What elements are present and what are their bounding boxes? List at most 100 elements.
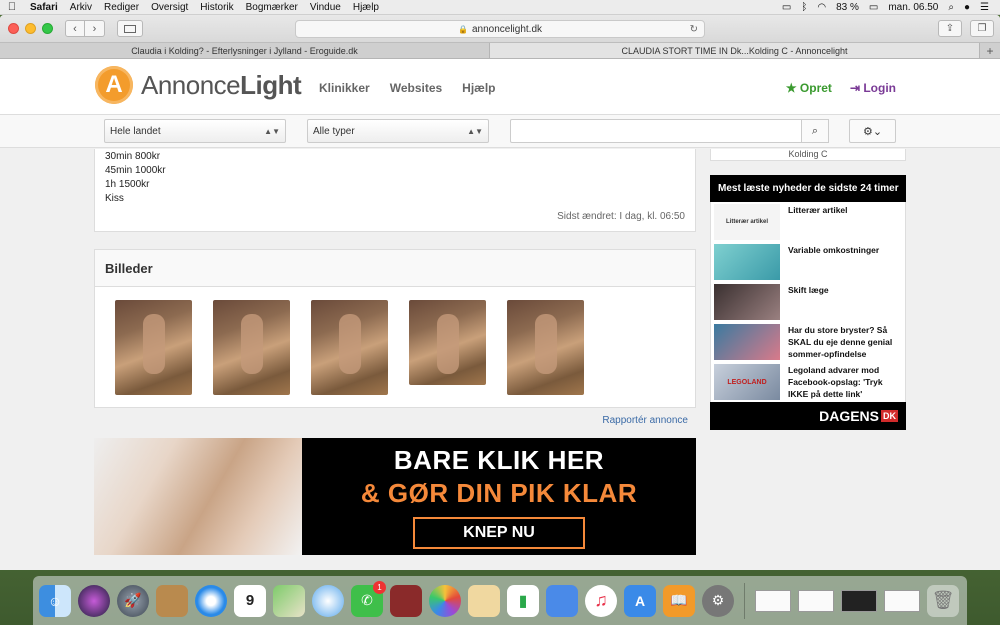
menu-rediger[interactable]: Rediger	[98, 2, 145, 13]
menu-hjaelp[interactable]: Hjælp	[347, 2, 385, 13]
news-item[interactable]: Skift læge	[711, 282, 905, 322]
facetime-icon[interactable]: ✆ 1	[351, 580, 386, 617]
search-button[interactable]: ⌕	[801, 119, 829, 143]
main-column: 30min 800kr 45min 1000kr 1h 1500kr Kiss …	[94, 149, 696, 555]
ad-banner[interactable]: BARE KLIK HER & GØR DIN PIK KLAR KNEP NU	[94, 438, 696, 555]
siri-icon[interactable]	[78, 584, 110, 617]
news-item[interactable]: LEGOLAND Legoland advarer mod Facebook-o…	[711, 362, 905, 402]
ad-photo-thumbnail[interactable]	[409, 300, 486, 385]
login-label: Login	[863, 81, 896, 95]
back-button[interactable]: ‹	[65, 20, 85, 37]
header-actions: ★ Opret ⇥ Login	[786, 81, 896, 95]
site-logo[interactable]: A AnnonceLight	[95, 66, 302, 104]
ad-photo-thumbnail[interactable]	[213, 300, 290, 395]
spotlight-icon[interactable]: ⌕	[943, 2, 959, 13]
search-input[interactable]	[510, 119, 802, 143]
star-icon: ★	[785, 81, 797, 95]
minimized-window-thumbnail[interactable]	[884, 589, 920, 612]
close-window-button[interactable]	[8, 23, 19, 34]
numbers-icon[interactable]: ▮	[507, 584, 539, 617]
banner-cta-button[interactable]: KNEP NU	[413, 516, 585, 549]
launchpad-icon[interactable]: 🚀	[117, 584, 149, 617]
opret-link[interactable]: ★ Opret	[786, 81, 832, 95]
ad-photo-thumbnail[interactable]	[507, 300, 584, 395]
address-bar[interactable]: 🔒 annoncelight.dk ↻	[295, 20, 705, 38]
reload-icon[interactable]: ↻	[690, 24, 698, 35]
menu-app-name[interactable]: Safari	[24, 2, 64, 13]
menu-bogmaerker[interactable]: Bogmærker	[240, 2, 304, 13]
photo-booth-icon[interactable]	[390, 584, 422, 617]
app-store-icon[interactable]: A	[624, 584, 656, 617]
share-button[interactable]: ⇪	[938, 20, 962, 37]
login-link[interactable]: ⇥ Login	[850, 81, 896, 95]
nav-hjaelp[interactable]: Hjælp	[462, 81, 495, 95]
ad-photo-thumbnail[interactable]	[311, 300, 388, 395]
menu-historik[interactable]: Historik	[194, 2, 239, 13]
banner-line-2: & GØR DIN PIK KLAR	[360, 477, 638, 508]
settings-dropdown-button[interactable]: ⚙ ⌄	[849, 119, 896, 143]
logo-text-part2: Light	[240, 69, 302, 100]
bluetooth-icon[interactable]: ᛒ	[796, 2, 812, 13]
news-item[interactable]: Har du store bryster? Så SKAL du eje den…	[711, 322, 905, 362]
menu-vindue[interactable]: Vindue	[304, 2, 347, 13]
itunes-icon[interactable]: ♫	[585, 584, 617, 617]
news-thumbnail: LEGOLAND	[714, 364, 780, 400]
minimized-window-thumbnail[interactable]	[841, 589, 877, 612]
safari-icon[interactable]: ⌖	[195, 584, 227, 617]
battery-percent[interactable]: 83 %	[831, 2, 864, 13]
apple-menu-icon[interactable]: 	[0, 1, 24, 13]
macos-menubar:  Safari Arkiv Rediger Oversigt Historik…	[0, 0, 1000, 15]
minimize-window-button[interactable]	[25, 23, 36, 34]
battery-icon[interactable]: ▭	[864, 2, 883, 13]
system-preferences-icon[interactable]: ⚙	[702, 584, 734, 617]
tab-overview-button[interactable]: ❐	[970, 20, 994, 37]
type-select[interactable]: Alle typer ▲▼	[307, 119, 489, 143]
sidebar-toggle-button[interactable]	[117, 20, 143, 37]
tab-eroguide[interactable]: Claudia i Kolding? - Efterlysninger i Jy…	[0, 43, 490, 58]
airplay-icon[interactable]: ▭	[777, 2, 796, 13]
minimized-window-thumbnail[interactable]	[798, 589, 834, 612]
forward-button[interactable]: ›	[85, 20, 105, 37]
price-line: 30min 800kr	[105, 151, 161, 162]
dagens-logo[interactable]: DAGENS DK	[819, 408, 898, 424]
select-arrows-icon: ▲▼	[264, 126, 280, 136]
tab-annoncelight[interactable]: CLAUDIA STORT TIME IN Dk...Kolding C - A…	[490, 43, 980, 58]
keynote-icon[interactable]	[546, 584, 578, 617]
news-item[interactable]: Variable omkostninger	[711, 242, 905, 282]
dock-separator	[744, 582, 745, 619]
maps-icon[interactable]	[273, 584, 305, 617]
site-header: A AnnonceLight Klinikker Websites Hjælp …	[0, 59, 1000, 115]
nav-klinikker[interactable]: Klinikker	[319, 81, 370, 95]
messages-icon[interactable]	[312, 584, 344, 617]
wifi-icon[interactable]: ◠	[812, 2, 831, 13]
fullscreen-window-button[interactable]	[42, 23, 53, 34]
filter-bar: Hele landet ▲▼ Alle typer ▲▼ ⌕ ⚙ ⌄	[0, 115, 1000, 148]
nav-websites[interactable]: Websites	[390, 81, 442, 95]
images-panel: Billeder	[94, 249, 696, 408]
menu-oversigt[interactable]: Oversigt	[145, 2, 194, 13]
contacts-icon[interactable]	[156, 584, 188, 617]
minimized-window-thumbnail[interactable]	[755, 589, 791, 612]
finder-icon[interactable]: ☺	[39, 584, 71, 617]
region-select[interactable]: Hele landet ▲▼	[104, 119, 286, 143]
gear-icon: ⚙	[862, 125, 873, 138]
pages-icon[interactable]	[468, 584, 500, 617]
siri-icon[interactable]: ●	[959, 2, 975, 13]
search-icon: ⌕	[811, 124, 819, 137]
ibooks-icon[interactable]: 📖	[663, 584, 695, 617]
banner-photo	[94, 438, 302, 555]
dagens-logo-suffix: DK	[881, 410, 898, 422]
select-arrows-icon: ▲▼	[467, 126, 483, 136]
menu-arkiv[interactable]: Arkiv	[64, 2, 98, 13]
location-box: Kolding C	[710, 149, 906, 161]
clock[interactable]: man. 06.50	[883, 2, 943, 13]
news-item[interactable]: Litterær artikel Litterær artikel	[711, 202, 905, 242]
new-tab-button[interactable]: +	[980, 43, 1000, 58]
photos-icon[interactable]	[429, 584, 461, 617]
trash-icon[interactable]: 🗑	[927, 584, 959, 617]
news-thumbnail: Litterær artikel	[714, 204, 780, 240]
calendar-icon[interactable]: 9	[234, 584, 266, 617]
ad-photo-thumbnail[interactable]	[115, 300, 192, 395]
notification-center-icon[interactable]: ☰	[975, 2, 994, 13]
report-ad-link[interactable]: Rapportér annonce	[94, 415, 696, 426]
